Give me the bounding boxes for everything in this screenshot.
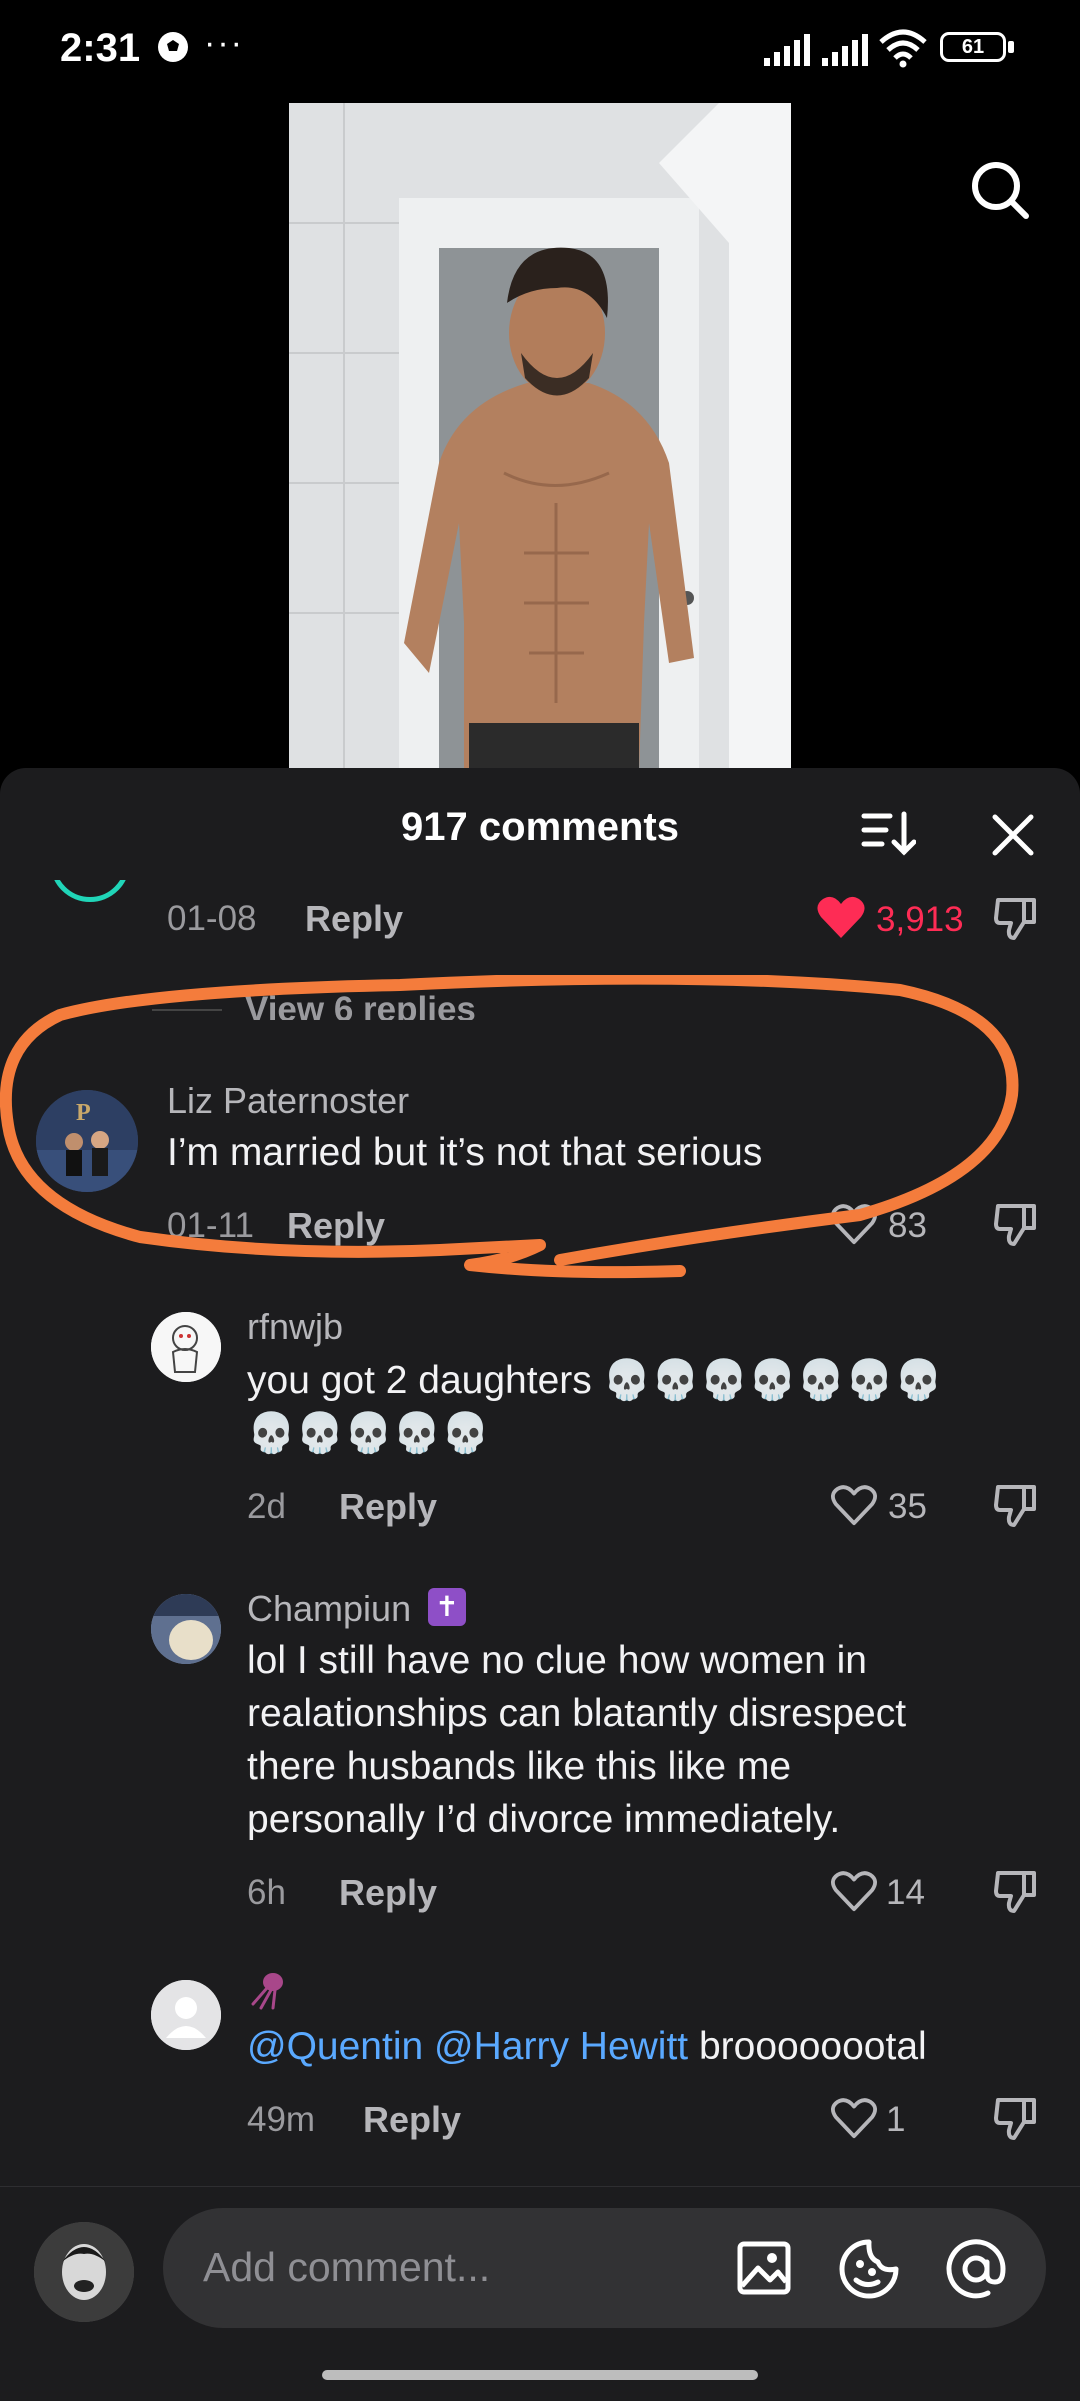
comment-text-body: broooooootal — [698, 2025, 927, 2068]
comment-author[interactable]: rfnwjb — [247, 1306, 343, 1348]
heart-icon[interactable] — [830, 1202, 878, 1246]
status-time: 2:31 — [60, 26, 141, 70]
reply-button[interactable]: Reply — [339, 1872, 437, 1914]
mention-link[interactable]: @Harry Hewitt — [434, 2025, 688, 2068]
emoji-icon[interactable] — [838, 2238, 900, 2300]
dislike-icon[interactable] — [994, 1202, 1038, 1248]
like-count: 1 — [886, 2100, 906, 2139]
avatar-image — [151, 1594, 221, 1664]
avatar[interactable] — [151, 1594, 221, 1664]
status-bar: 2:31 ··· 61 — [0, 0, 1080, 100]
comment-author[interactable]: Champiun — [247, 1588, 411, 1630]
wifi-icon — [879, 29, 927, 68]
signal-icon — [822, 34, 868, 66]
search-icon[interactable] — [968, 158, 1032, 222]
squid-emoji-icon — [251, 1973, 283, 2010]
view-replies-link[interactable]: View 6 replies — [245, 990, 476, 1020]
avatar-image — [34, 2222, 134, 2322]
comment-input-placeholder: Add comment... — [203, 2244, 491, 2290]
heart-icon[interactable] — [830, 1869, 878, 1913]
dislike-icon[interactable] — [994, 2096, 1038, 2142]
comment-text-line: you got 2 daughters 💀💀💀💀💀💀💀 — [247, 1359, 943, 1402]
soccer-icon — [158, 32, 188, 62]
my-avatar[interactable] — [34, 2222, 134, 2322]
default-avatar-icon — [151, 1980, 221, 2050]
svg-text:P: P — [76, 1100, 91, 1126]
signal-icon — [764, 34, 810, 66]
mention-link[interactable]: @Quentin — [247, 2025, 423, 2068]
like-count: 14 — [886, 1873, 925, 1912]
comment-text-line: there husbands like this like me — [247, 1745, 792, 1788]
status-overflow: ··· — [204, 24, 244, 62]
battery-icon: 61 — [940, 32, 1006, 62]
author-badge: ✝ — [428, 1588, 466, 1626]
comment-text-line: personally I’d divorce immediately. — [247, 1798, 841, 1841]
comment-text-line: 💀💀💀💀💀 — [247, 1412, 490, 1455]
home-indicator[interactable] — [322, 2370, 758, 2380]
heart-icon[interactable] — [830, 1483, 878, 1527]
like-count: 35 — [888, 1487, 927, 1526]
avatar[interactable]: P — [36, 1090, 138, 1192]
heart-icon[interactable] — [830, 2096, 878, 2140]
like-count: 3,913 — [876, 900, 964, 939]
comment-date: 49m — [247, 2100, 316, 2139]
comment-text: I’m married but it’s not that serious — [167, 1131, 763, 1174]
dislike-icon[interactable] — [994, 1869, 1038, 1915]
comments-sheet — [0, 768, 1080, 2400]
dislike-icon[interactable] — [994, 1483, 1038, 1529]
image-icon[interactable] — [736, 2240, 792, 2296]
comments-count-title: 917 comments — [401, 805, 679, 849]
comment-author[interactable]: Liz Paternoster — [167, 1080, 409, 1122]
avatar[interactable] — [151, 1312, 221, 1382]
battery-cap — [1008, 41, 1014, 53]
avatar-partial — [50, 880, 130, 904]
comment-text-line: lol I still have no clue how women in — [247, 1639, 867, 1682]
comment-date: 6h — [247, 1873, 286, 1912]
avatar-image: P — [36, 1090, 138, 1192]
replies-divider — [152, 1009, 222, 1011]
comment-date: 01-11 — [167, 1206, 254, 1245]
reply-button[interactable]: Reply — [339, 1486, 437, 1528]
mention-icon[interactable] — [944, 2238, 1008, 2300]
video-preview[interactable] — [289, 103, 791, 770]
video-frame-image — [289, 103, 791, 770]
reply-button[interactable]: Reply — [363, 2099, 461, 2141]
comment-text: @Quentin @Harry Hewitt broooooootal — [247, 2020, 927, 2073]
dislike-icon[interactable] — [994, 896, 1038, 942]
like-count: 83 — [888, 1206, 927, 1245]
heart-icon[interactable] — [816, 894, 866, 940]
comment-date: 01-08 — [167, 899, 257, 938]
sort-icon[interactable] — [860, 808, 916, 858]
avatar[interactable] — [151, 1980, 221, 2050]
comment-date: 2d — [247, 1487, 286, 1526]
reply-button[interactable]: Reply — [287, 1205, 385, 1247]
close-icon[interactable] — [990, 812, 1036, 858]
comment-text-line: realationships can blatantly disrespect — [247, 1692, 907, 1735]
reply-button[interactable]: Reply — [305, 898, 403, 940]
avatar-image — [151, 1312, 221, 1382]
